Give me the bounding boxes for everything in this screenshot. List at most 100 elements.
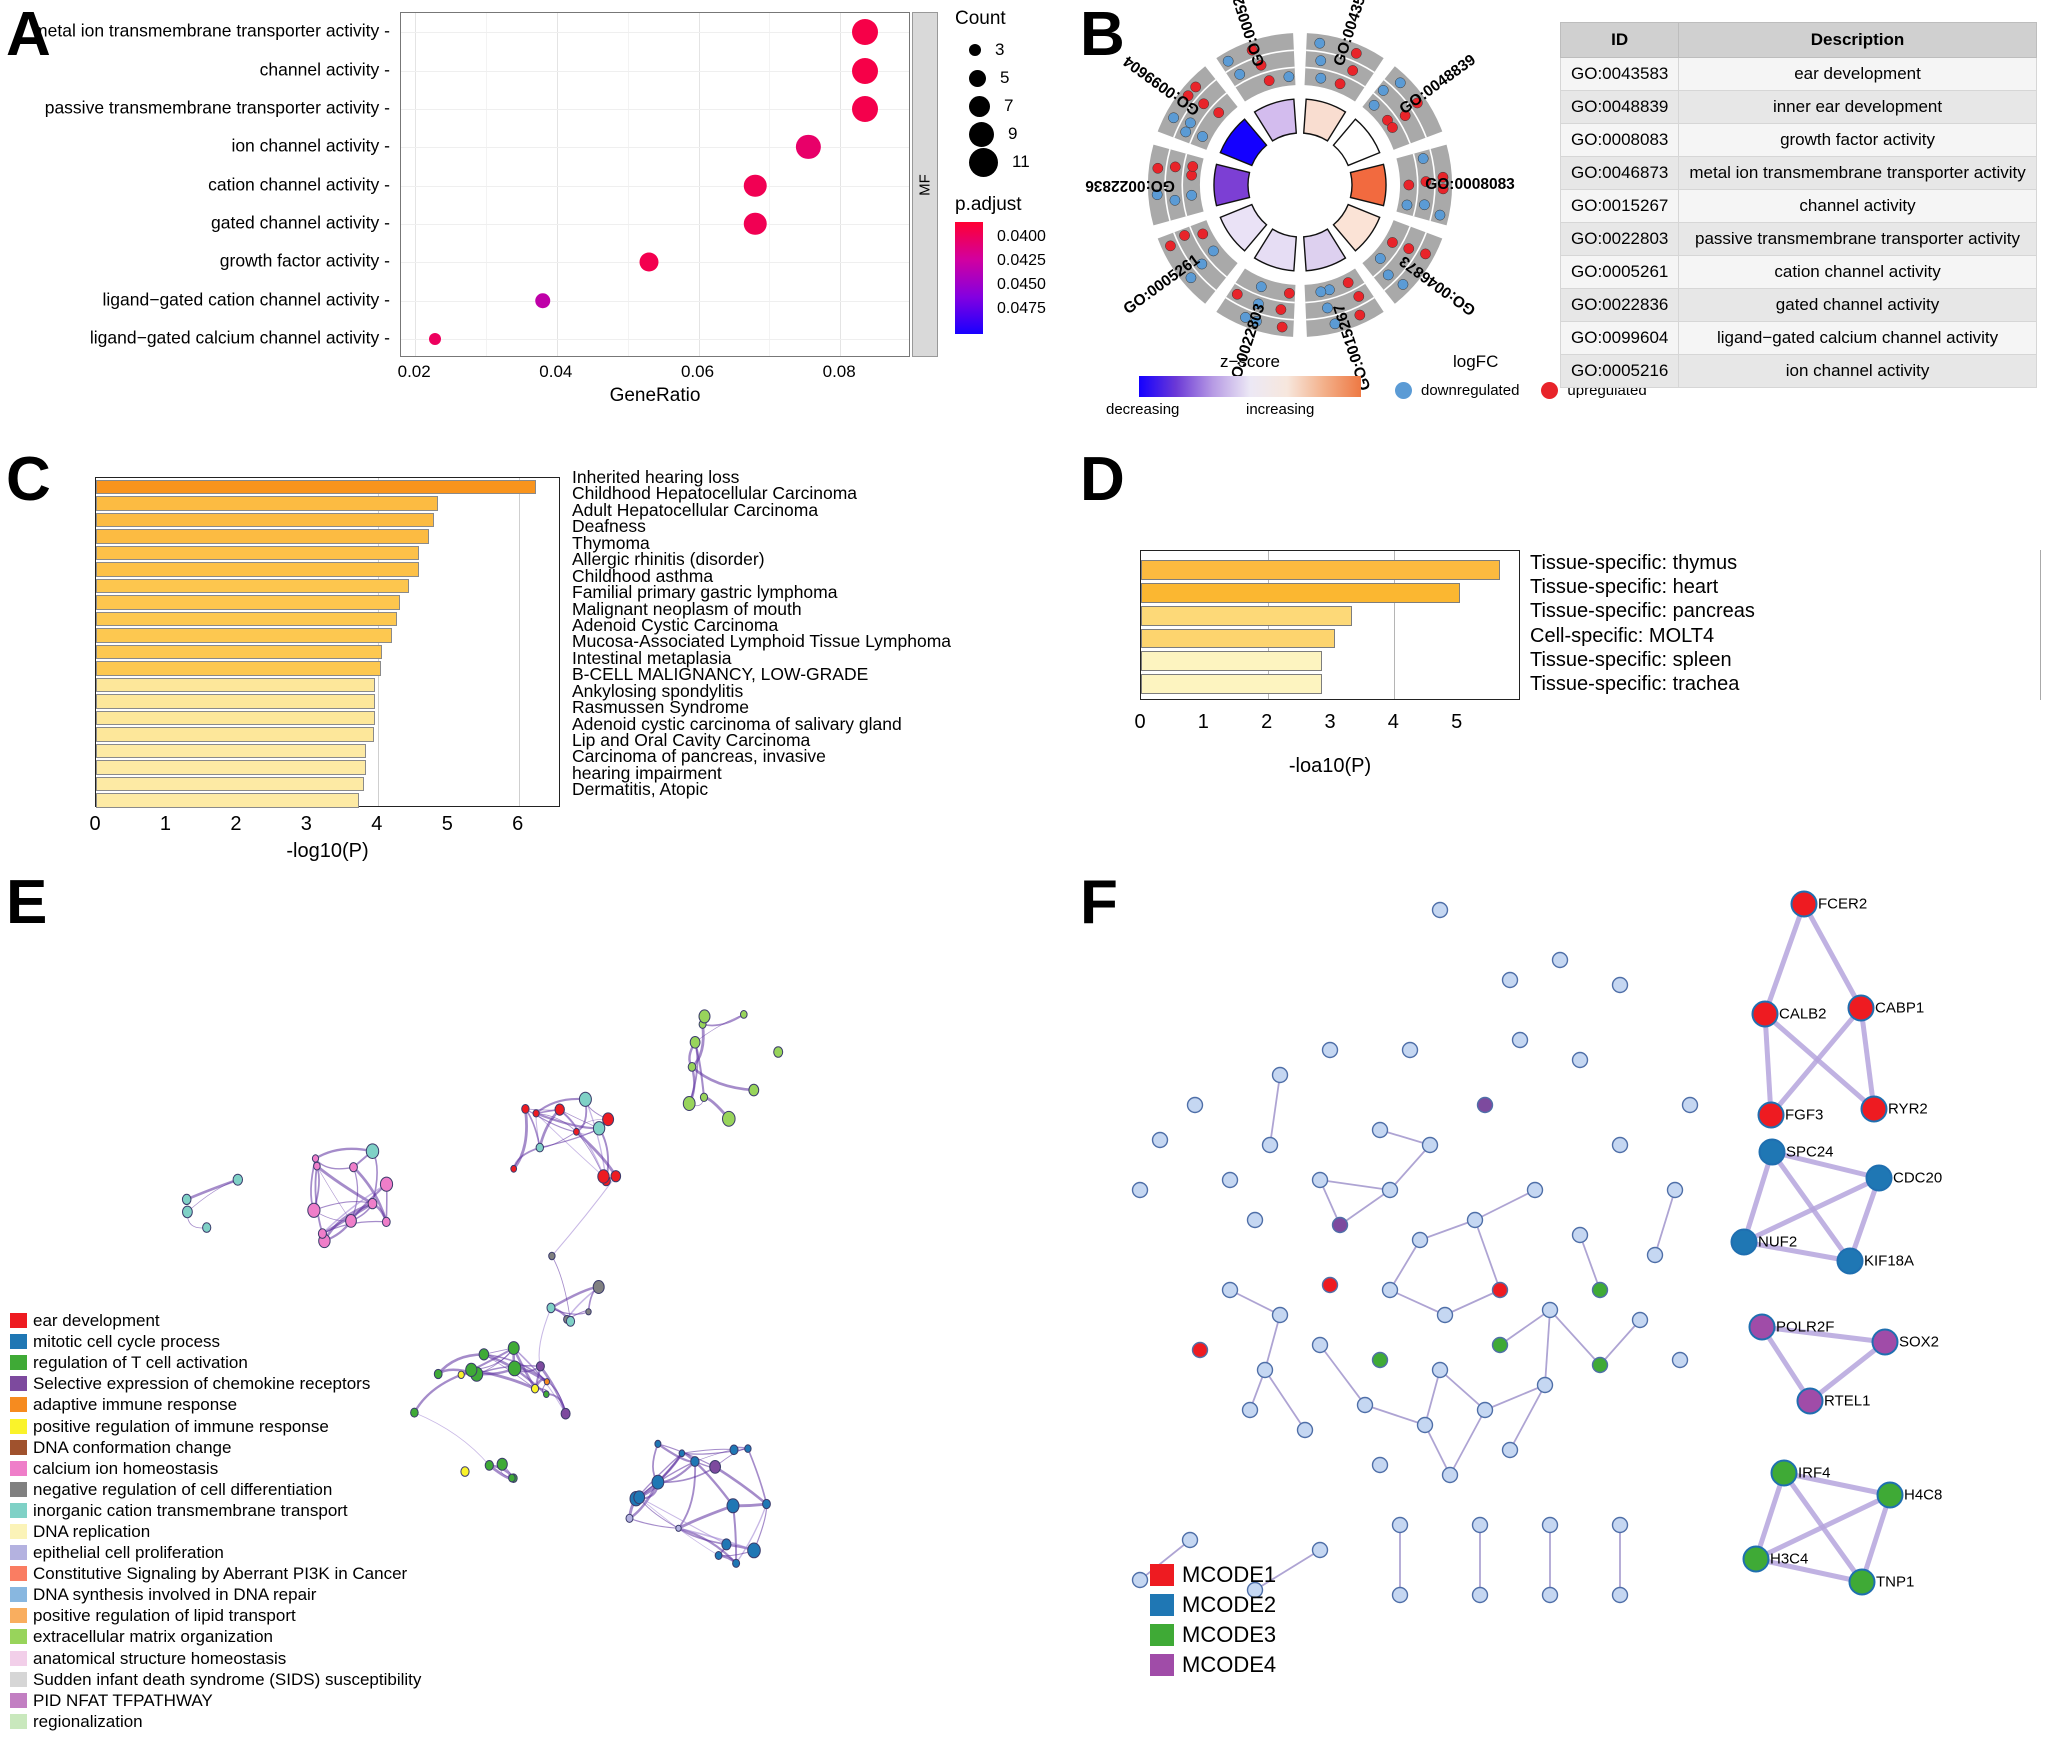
- panel-e-network-node[interactable]: [530, 1383, 540, 1394]
- panel-f-network-node[interactable]: [1591, 1281, 1609, 1299]
- panel-f-network-node[interactable]: [1646, 1246, 1664, 1264]
- downregulated-gene-dot[interactable]: [1419, 199, 1430, 211]
- panel-f-network-node[interactable]: [1681, 1096, 1699, 1114]
- upregulated-gene-dot[interactable]: [1353, 291, 1365, 302]
- panel-e-network-node[interactable]: [747, 1542, 761, 1559]
- panel-f-network-node[interactable]: [1571, 1226, 1589, 1244]
- panel-e-network-node[interactable]: [592, 1280, 605, 1294]
- panel-f-network-node[interactable]: [1611, 976, 1629, 994]
- panel-e-network-node[interactable]: [578, 1091, 592, 1107]
- panel-f-network-node[interactable]: [1411, 1231, 1429, 1249]
- panel-b-zscore-segment[interactable]: [1332, 203, 1381, 252]
- panel-e-network-node[interactable]: [682, 1096, 696, 1111]
- panel-c-bar[interactable]: [96, 595, 400, 610]
- panel-f-network-node[interactable]: [1631, 1311, 1649, 1329]
- panel-f-network-node[interactable]: [1356, 1396, 1374, 1414]
- panel-f-network-node[interactable]: [1246, 1211, 1264, 1229]
- panel-f-network-node[interactable]: [1131, 1571, 1149, 1589]
- upregulated-gene-dot[interactable]: [1342, 277, 1354, 288]
- panel-c-bar[interactable]: [96, 529, 429, 544]
- downregulated-gene-dot[interactable]: [1377, 85, 1389, 96]
- downregulated-gene-dot[interactable]: [1417, 153, 1429, 164]
- panel-f-network-node[interactable]: [1421, 1136, 1439, 1154]
- panel-f-network-node[interactable]: [1476, 1096, 1494, 1114]
- panel-e-network-node[interactable]: [773, 1046, 784, 1058]
- panel-c-bar[interactable]: [96, 611, 397, 627]
- panel-e-network-node[interactable]: [535, 1361, 545, 1372]
- downregulated-gene-dot[interactable]: [1315, 72, 1327, 84]
- panel-e-network-node[interactable]: [740, 1010, 748, 1019]
- panel-e-network-node[interactable]: [729, 1444, 739, 1456]
- panel-e-network-node[interactable]: [365, 1143, 380, 1160]
- panel-e-network-node[interactable]: [543, 1390, 550, 1399]
- panel-e-network-node[interactable]: [546, 1302, 556, 1314]
- panel-e-network-node[interactable]: [748, 1083, 760, 1097]
- panel-e-network-node[interactable]: [465, 1362, 478, 1377]
- upregulated-gene-dot[interactable]: [1283, 287, 1295, 299]
- panel-f-network-node[interactable]: [1501, 1441, 1519, 1459]
- panel-f-network-node[interactable]: [1191, 1341, 1209, 1359]
- panel-f-network-node[interactable]: [1181, 1531, 1199, 1549]
- panel-e-network-node[interactable]: [532, 1109, 540, 1118]
- panel-e-network-node[interactable]: [510, 1164, 518, 1173]
- panel-a-dot[interactable]: [796, 135, 821, 160]
- panel-e-network-node[interactable]: [675, 1524, 682, 1532]
- panel-e-network-node[interactable]: [313, 1161, 321, 1171]
- panel-e-network-node[interactable]: [651, 1474, 665, 1490]
- downregulated-gene-dot[interactable]: [1382, 269, 1394, 281]
- downregulated-gene-dot[interactable]: [1397, 279, 1409, 290]
- panel-e-network-node[interactable]: [507, 1360, 522, 1377]
- downregulated-gene-dot[interactable]: [1222, 55, 1234, 67]
- panel-c-bar[interactable]: [96, 661, 382, 676]
- panel-f-network-node[interactable]: [1391, 1516, 1409, 1534]
- panel-f-network-node[interactable]: [1541, 1586, 1559, 1604]
- panel-f-network-node[interactable]: [1271, 1066, 1289, 1084]
- panel-e-network-node[interactable]: [744, 1444, 752, 1453]
- panel-f-network-node[interactable]: [1666, 1181, 1684, 1199]
- panel-e-network-node[interactable]: [698, 1009, 711, 1024]
- panel-f-cluster-node[interactable]: [1871, 1328, 1899, 1356]
- panel-f-cluster-node[interactable]: [1757, 1101, 1785, 1129]
- panel-e-network-node[interactable]: [709, 1460, 721, 1474]
- panel-f-network-node[interactable]: [1371, 1456, 1389, 1474]
- panel-f-network-node[interactable]: [1591, 1356, 1609, 1374]
- panel-e-network-node[interactable]: [543, 1378, 550, 1386]
- panel-e-network-node[interactable]: [345, 1214, 357, 1228]
- panel-e-network-node[interactable]: [507, 1341, 520, 1355]
- downregulated-gene-dot[interactable]: [1197, 131, 1208, 142]
- panel-f-cluster-node[interactable]: [1748, 1313, 1776, 1341]
- panel-f-cluster-node[interactable]: [1865, 1164, 1893, 1192]
- panel-e-network-node[interactable]: [379, 1176, 394, 1192]
- panel-f-network-node[interactable]: [1371, 1121, 1389, 1139]
- panel-f-network-node[interactable]: [1511, 1031, 1529, 1049]
- panel-f-cluster-node[interactable]: [1751, 1000, 1779, 1028]
- panel-f-cluster-node[interactable]: [1847, 994, 1875, 1022]
- panel-a-dot[interactable]: [429, 332, 441, 345]
- upregulated-gene-dot[interactable]: [1169, 161, 1181, 173]
- panel-f-network-node[interactable]: [1501, 971, 1519, 989]
- panel-d-bar[interactable]: [1141, 583, 1460, 603]
- panel-f-network-node[interactable]: [1526, 1181, 1544, 1199]
- panel-e-network-node[interactable]: [560, 1407, 571, 1420]
- panel-b-zscore-segment[interactable]: [1219, 118, 1268, 167]
- panel-f-cluster-node[interactable]: [1876, 1481, 1904, 1509]
- downregulated-gene-dot[interactable]: [1314, 37, 1326, 49]
- downregulated-gene-dot[interactable]: [1283, 71, 1295, 83]
- panel-f-network-node[interactable]: [1436, 1306, 1454, 1324]
- panel-f-cluster-node[interactable]: [1836, 1247, 1864, 1275]
- panel-d-bar[interactable]: [1141, 651, 1322, 671]
- panel-f-cluster-node[interactable]: [1758, 1138, 1786, 1166]
- upregulated-gene-dot[interactable]: [1190, 81, 1202, 93]
- panel-e-network-node[interactable]: [721, 1538, 732, 1551]
- panel-e-network-node[interactable]: [182, 1205, 193, 1219]
- panel-f-network-node[interactable]: [1311, 1336, 1329, 1354]
- panel-f-cluster-node[interactable]: [1730, 1228, 1758, 1256]
- panel-e-network-node[interactable]: [573, 1127, 580, 1136]
- panel-b-zscore-segment[interactable]: [1219, 203, 1268, 252]
- panel-a-dot[interactable]: [639, 252, 659, 272]
- panel-e-network-node[interactable]: [535, 1142, 544, 1153]
- panel-b-zscore-segment[interactable]: [1302, 98, 1347, 142]
- panel-c-bar[interactable]: [96, 710, 375, 726]
- panel-e-network-node[interactable]: [654, 1439, 662, 1449]
- panel-f-cluster-node[interactable]: [1742, 1545, 1770, 1573]
